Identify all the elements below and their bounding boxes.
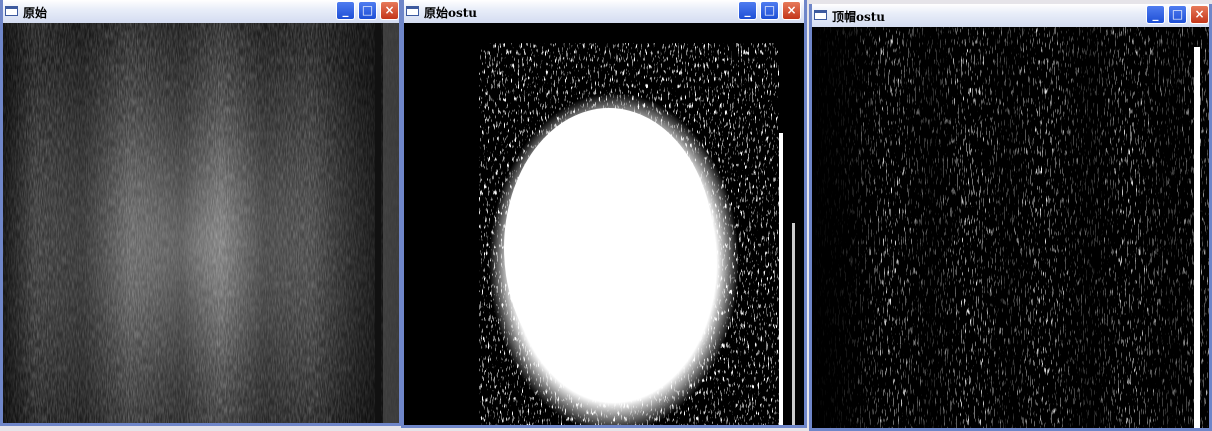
window-original: 原始 _ □ ×: [0, 0, 402, 426]
minimize-icon: _: [342, 3, 349, 17]
maximize-button[interactable]: □: [1168, 5, 1187, 24]
window-title: 顶帽ostu: [832, 10, 886, 24]
maximize-icon: □: [763, 3, 776, 17]
window-original-otsu: 原始ostu _ □ ×: [401, 0, 807, 428]
binary-image: [812, 27, 1209, 428]
minimize-icon: _: [1152, 7, 1159, 21]
window-title: 原始ostu: [424, 6, 478, 20]
binary-image: [404, 23, 804, 425]
image-tophat-otsu: [812, 27, 1209, 428]
close-icon: ×: [1194, 7, 1205, 21]
window-title: 原始: [23, 6, 48, 20]
close-icon: ×: [384, 3, 395, 17]
close-button[interactable]: ×: [380, 1, 399, 20]
maximize-button[interactable]: □: [760, 1, 779, 20]
title-bar[interactable]: 原始 _ □ ×: [3, 0, 399, 24]
grayscale-image: [3, 23, 399, 423]
close-button[interactable]: ×: [1190, 5, 1209, 24]
image-original: [3, 23, 399, 423]
maximize-icon: □: [361, 3, 374, 17]
minimize-button[interactable]: _: [1146, 5, 1165, 24]
window-icon: [814, 10, 827, 20]
close-icon: ×: [786, 3, 797, 17]
close-button[interactable]: ×: [782, 1, 801, 20]
window-tophat-otsu: 顶帽ostu _ □ ×: [809, 4, 1212, 431]
title-bar[interactable]: 原始ostu _ □ ×: [404, 0, 804, 24]
window-icon: [5, 6, 18, 16]
maximize-icon: □: [1171, 7, 1184, 21]
minimize-button[interactable]: _: [738, 1, 757, 20]
minimize-button[interactable]: _: [336, 1, 355, 20]
minimize-icon: _: [744, 3, 751, 17]
image-original-otsu: [404, 23, 804, 425]
title-bar[interactable]: 顶帽ostu _ □ ×: [812, 4, 1209, 28]
window-icon: [406, 6, 419, 16]
maximize-button[interactable]: □: [358, 1, 377, 20]
